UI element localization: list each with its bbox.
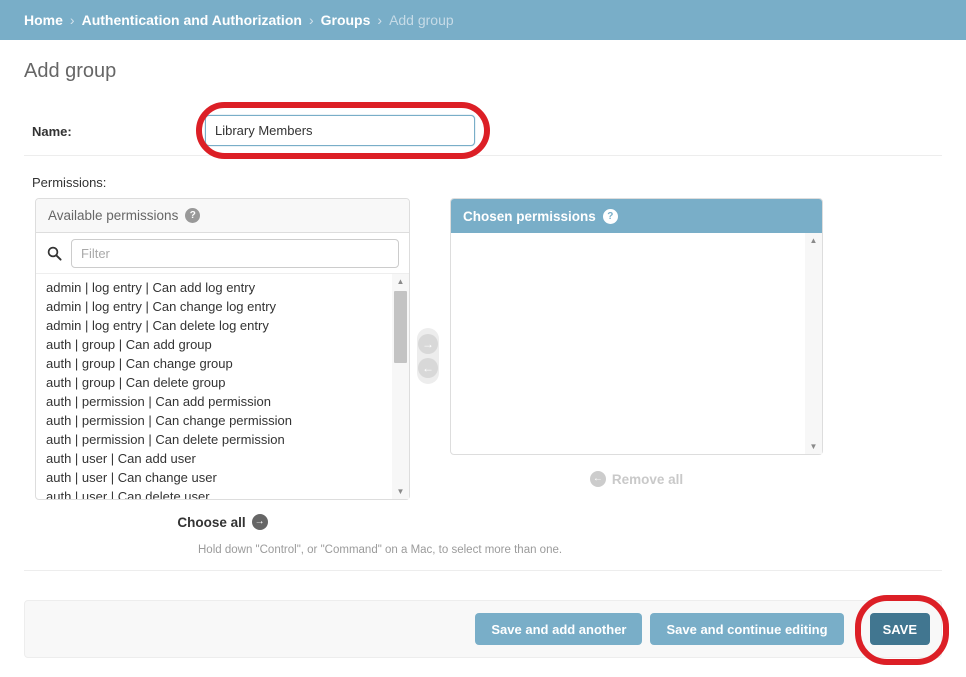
breadcrumb-home[interactable]: Home	[24, 12, 63, 28]
scroll-down-icon[interactable]: ▼	[805, 439, 822, 454]
breadcrumb-separator: ›	[377, 12, 382, 28]
permission-option[interactable]: auth | group | Can change group	[36, 354, 389, 373]
page-title: Add group	[24, 60, 116, 83]
divider	[24, 570, 942, 571]
name-input[interactable]	[205, 115, 475, 146]
permission-option[interactable]: auth | user | Can add user	[36, 449, 389, 468]
scroll-down-icon[interactable]: ▼	[392, 484, 409, 499]
breadcrumb: Home › Authentication and Authorization …	[0, 0, 966, 40]
permission-option[interactable]: admin | log entry | Can add log entry	[36, 278, 389, 297]
save-add-another-button[interactable]: Save and add another	[475, 613, 642, 645]
available-permissions-header: Available permissions ?	[36, 199, 409, 233]
filter-input[interactable]	[71, 239, 399, 268]
scrollbar[interactable]: ▲ ▼	[392, 274, 409, 499]
permission-option[interactable]: auth | permission | Can change permissio…	[36, 411, 389, 430]
remove-all-link[interactable]: ← Remove all	[450, 471, 823, 487]
help-icon[interactable]: ?	[603, 209, 618, 224]
available-permissions-title: Available permissions	[48, 208, 178, 223]
name-label: Name:	[32, 124, 72, 139]
choose-all-arrow-icon: →	[252, 514, 268, 530]
permission-option[interactable]: auth | permission | Can delete permissio…	[36, 430, 389, 449]
scroll-up-icon[interactable]: ▲	[392, 274, 409, 289]
breadcrumb-separator: ›	[309, 12, 314, 28]
remove-arrow-icon[interactable]: ←	[418, 358, 438, 378]
divider	[24, 155, 942, 156]
permission-option[interactable]: auth | user | Can change user	[36, 468, 389, 487]
save-continue-editing-button[interactable]: Save and continue editing	[650, 613, 843, 645]
scroll-up-icon[interactable]: ▲	[805, 233, 822, 248]
search-icon	[47, 246, 62, 261]
permission-option[interactable]: admin | log entry | Can change log entry	[36, 297, 389, 316]
available-permissions-panel: Available permissions ? admin | log entr…	[35, 198, 410, 500]
permissions-label: Permissions:	[32, 175, 106, 190]
choose-all-link[interactable]: Choose all →	[35, 514, 410, 530]
submit-row: Save and add another Save and continue e…	[24, 600, 942, 658]
breadcrumb-separator: ›	[70, 12, 75, 28]
breadcrumb-auth[interactable]: Authentication and Authorization	[82, 12, 302, 28]
chosen-permissions-header: Chosen permissions ?	[451, 199, 822, 233]
selector-help-text: Hold down "Control", or "Command" on a M…	[198, 544, 562, 556]
chosen-permissions-panel: Chosen permissions ? ▲ ▼	[450, 198, 823, 455]
filter-row	[36, 233, 409, 273]
choose-all-label: Choose all	[177, 515, 245, 530]
chosen-permissions-list: ▲ ▼	[451, 233, 822, 454]
save-button[interactable]: SAVE	[870, 613, 930, 645]
permission-option[interactable]: auth | group | Can add group	[36, 335, 389, 354]
help-icon[interactable]: ?	[185, 208, 200, 223]
permission-option[interactable]: auth | group | Can delete group	[36, 373, 389, 392]
permission-option[interactable]: admin | log entry | Can delete log entry	[36, 316, 389, 335]
remove-all-arrow-icon: ←	[590, 471, 606, 487]
chosen-permissions-title: Chosen permissions	[463, 209, 596, 224]
selector-chooser: → ←	[417, 328, 439, 384]
remove-all-label: Remove all	[612, 472, 683, 487]
permission-option[interactable]: auth | permission | Can add permission	[36, 392, 389, 411]
breadcrumb-current: Add group	[389, 12, 454, 28]
choose-arrow-icon[interactable]: →	[418, 334, 438, 354]
scrollbar-thumb[interactable]	[394, 291, 407, 363]
permission-option[interactable]: auth | user | Can delete user	[36, 487, 389, 499]
breadcrumb-groups[interactable]: Groups	[321, 12, 371, 28]
available-permissions-list: admin | log entry | Can add log entryadm…	[36, 273, 409, 499]
scrollbar[interactable]: ▲ ▼	[805, 233, 822, 454]
